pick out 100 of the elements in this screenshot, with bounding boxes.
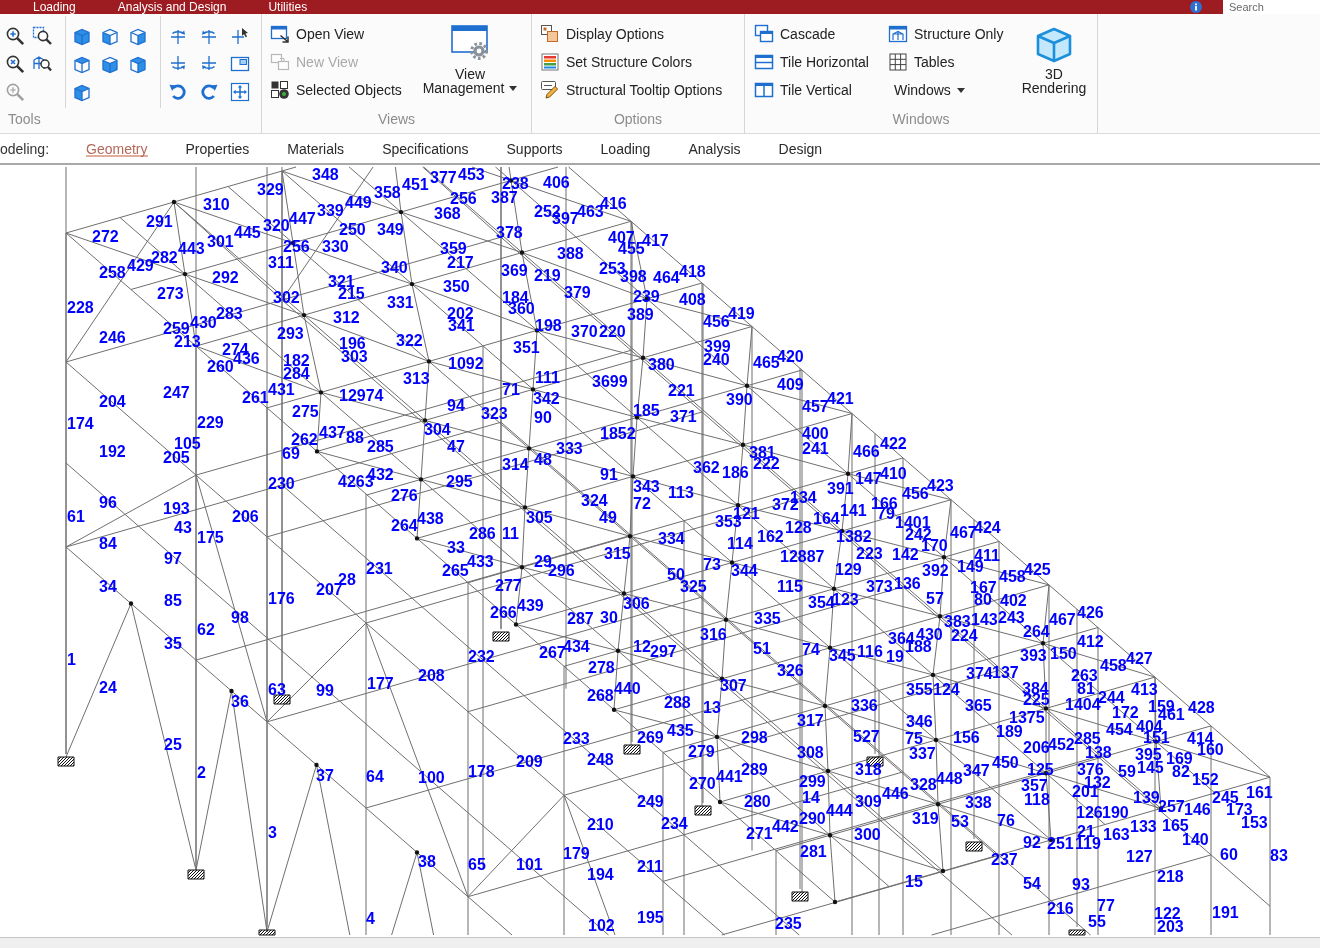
menu-tab[interactable]: Analysis and Design bbox=[117, 0, 227, 14]
cube-icon[interactable] bbox=[100, 26, 120, 46]
member-number: 409 bbox=[777, 376, 804, 393]
display-options-button[interactable]: Display Options bbox=[540, 20, 665, 48]
member-number: 280 bbox=[744, 793, 771, 810]
member-number: 285 bbox=[1074, 730, 1101, 747]
member-number: 34 bbox=[99, 578, 117, 595]
member-number: 348 bbox=[312, 166, 339, 183]
windows-dropdown[interactable]: Windows bbox=[888, 76, 965, 104]
structure-colors-button[interactable]: Set Structure Colors bbox=[540, 48, 693, 76]
member-number: 60 bbox=[1220, 846, 1238, 863]
cascade-button[interactable]: Cascade bbox=[754, 20, 836, 48]
member-number: 246 bbox=[99, 329, 126, 346]
selected-objects-button[interactable]: Selected Objects bbox=[270, 76, 402, 104]
member-number: 102 bbox=[588, 917, 615, 934]
member-number: 233 bbox=[563, 730, 590, 747]
member-number: 434 bbox=[563, 638, 590, 655]
page-tab[interactable]: Loading bbox=[581, 134, 670, 163]
cube-icon[interactable] bbox=[72, 54, 92, 74]
member-number: 229 bbox=[197, 414, 224, 431]
member-number: 333 bbox=[556, 440, 583, 457]
menu-tab[interactable]: Utilities bbox=[268, 0, 308, 14]
member-number: 418 bbox=[679, 263, 706, 280]
member-number: 304 bbox=[424, 421, 451, 438]
member-number: 12974 bbox=[339, 387, 384, 404]
member-number: 389 bbox=[627, 306, 654, 323]
page-tab[interactable]: Analysis bbox=[669, 134, 760, 163]
member-number: 72 bbox=[633, 495, 651, 512]
member-number: 442 bbox=[772, 818, 799, 835]
rotate-left-icon[interactable] bbox=[168, 82, 188, 102]
cube-icon[interactable] bbox=[128, 26, 148, 46]
info-icon[interactable] bbox=[1190, 1, 1202, 13]
objects-icon bbox=[270, 80, 290, 100]
open-view-button[interactable]: Open View bbox=[270, 20, 365, 48]
page-tab[interactable]: Supports bbox=[487, 134, 582, 163]
axis-pointer-icon[interactable] bbox=[230, 26, 250, 46]
view-management-button[interactable]: View Management bbox=[420, 25, 520, 95]
cube-icon[interactable] bbox=[72, 82, 92, 102]
rotate-right-icon[interactable] bbox=[199, 82, 219, 102]
member-number: 408 bbox=[679, 291, 706, 308]
member-number: 36 bbox=[231, 693, 249, 710]
support-icon bbox=[492, 631, 510, 642]
member-number: 4 bbox=[366, 910, 375, 927]
member-number: 339 bbox=[317, 202, 344, 219]
cube-icon[interactable] bbox=[100, 54, 120, 74]
page-tab[interactable]: Design bbox=[759, 134, 842, 163]
cube-icon[interactable] bbox=[128, 54, 148, 74]
search-field[interactable]: Search bbox=[1223, 0, 1320, 14]
member-number: 75 bbox=[905, 730, 923, 747]
page-tab[interactable]: Materials bbox=[268, 134, 364, 163]
member-number: 297 bbox=[650, 643, 677, 660]
member-number: 312 bbox=[333, 309, 360, 326]
member-number: 113 bbox=[668, 484, 694, 501]
cube-icon[interactable] bbox=[72, 26, 92, 46]
member-number: 425 bbox=[1024, 561, 1051, 578]
member-number: 358 bbox=[374, 184, 401, 201]
member-number: 458 bbox=[1100, 657, 1127, 674]
page-tab[interactable]: Specifications bbox=[363, 134, 488, 163]
member-number: 150 bbox=[1050, 645, 1077, 662]
member-number: 307 bbox=[720, 677, 747, 694]
member-number: 336 bbox=[851, 697, 878, 714]
support-icon bbox=[1068, 929, 1086, 936]
tile-vertical-button[interactable]: Tile Vertical bbox=[754, 76, 852, 104]
member-number: 191 bbox=[1212, 904, 1239, 921]
member-number: 221 bbox=[668, 382, 695, 399]
view-window-icon[interactable] bbox=[230, 54, 250, 74]
member-number: 136 bbox=[894, 575, 921, 592]
member-number: 153 bbox=[1241, 814, 1268, 831]
member-number: 317 bbox=[797, 712, 824, 729]
tile-horizontal-button[interactable]: Tile Horizontal bbox=[754, 48, 869, 76]
member-number: 211 bbox=[637, 858, 663, 875]
structure-only-button[interactable]: Structure Only bbox=[888, 20, 1004, 48]
move-icon[interactable] bbox=[230, 82, 250, 102]
member-number: 370 bbox=[571, 323, 598, 340]
menu-tab[interactable]: Loading bbox=[33, 0, 76, 14]
member-number: 271 bbox=[746, 825, 773, 842]
member-number: 289 bbox=[741, 761, 768, 778]
member-number: 435 bbox=[667, 722, 694, 739]
tables-button[interactable]: Tables bbox=[888, 48, 955, 76]
member-number: 93 bbox=[1072, 876, 1090, 893]
support-icon bbox=[258, 929, 276, 936]
magnifier-icon[interactable] bbox=[32, 54, 52, 74]
page-tab[interactable]: Properties bbox=[166, 134, 269, 163]
member-number: 91 bbox=[600, 466, 618, 483]
member-number: 105 bbox=[174, 435, 201, 452]
member-number: 380 bbox=[648, 356, 675, 373]
member-number: 305 bbox=[526, 509, 553, 526]
member-number: 320 bbox=[263, 217, 290, 234]
zoom-box-icon[interactable] bbox=[32, 26, 52, 46]
member-number: 206 bbox=[232, 508, 259, 525]
zoom-out-icon[interactable] bbox=[5, 54, 25, 74]
member-number: 464 bbox=[653, 269, 680, 286]
member-number: 204 bbox=[99, 393, 126, 410]
member-number: 454 bbox=[1106, 721, 1133, 738]
member-number: 438 bbox=[417, 510, 444, 527]
member-number: 300 bbox=[854, 826, 881, 843]
3d-rendering-button[interactable]: 3D Rendering bbox=[1016, 25, 1092, 95]
zoom-in-icon[interactable] bbox=[5, 26, 25, 46]
member-number: 14 bbox=[802, 789, 820, 806]
tooltip-options-button[interactable]: Structural Tooltip Options bbox=[540, 76, 723, 104]
